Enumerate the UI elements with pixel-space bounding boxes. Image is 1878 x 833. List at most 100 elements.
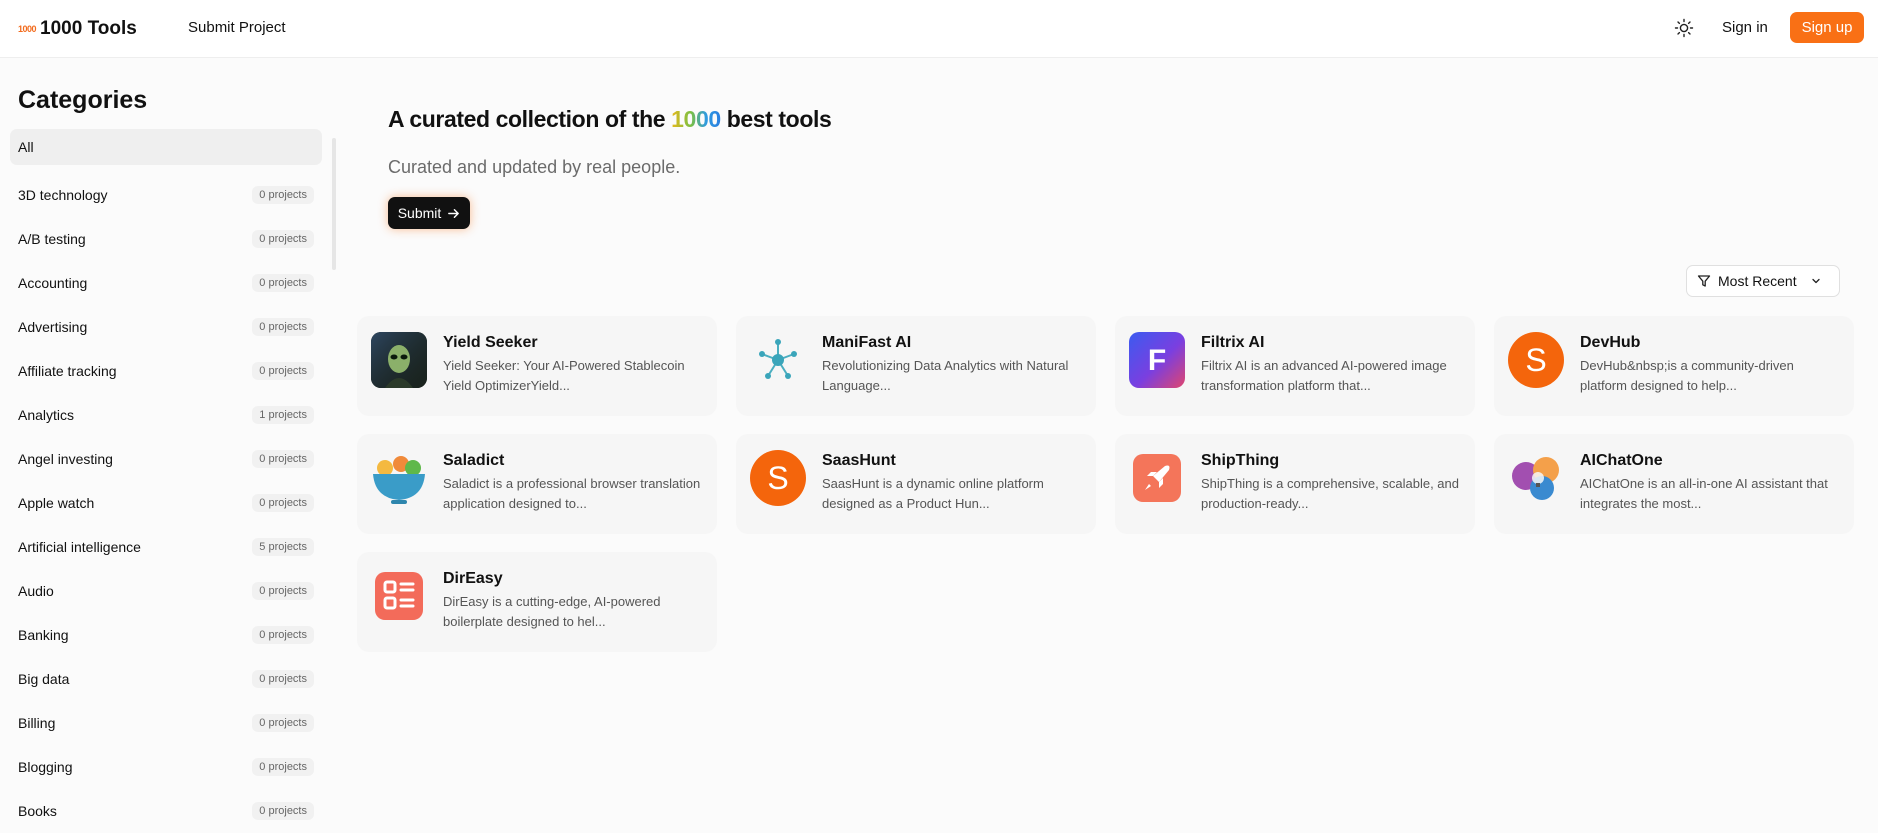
rocket-icon — [1129, 450, 1185, 506]
tool-name: SaasHunt — [822, 452, 896, 469]
hero-title-before: A curated collection of the — [388, 106, 672, 132]
category-item[interactable]: Audio 0 projects — [10, 569, 322, 613]
project-count-badge: 0 projects — [252, 230, 314, 248]
arrow-right-icon — [448, 208, 460, 218]
categories-sidebar: Categories All 3D technology 0 projects A… — [0, 58, 336, 832]
project-count-badge: 0 projects — [252, 714, 314, 732]
tool-description: Saladict is a professional browser trans… — [443, 476, 701, 511]
tool-card[interactable]: ShipThing ShipThing is a comprehensive, … — [1115, 434, 1475, 534]
category-label: All — [18, 139, 34, 155]
tool-card[interactable]: F Filtrix AI Filtrix AI is an advanced A… — [1115, 316, 1475, 416]
tool-name: Saladict — [443, 452, 505, 469]
project-count-badge: 0 projects — [252, 758, 314, 776]
tool-card[interactable]: S DevHub DevHub&nbsp;is a community-driv… — [1494, 316, 1854, 416]
project-count-badge: 0 projects — [252, 670, 314, 688]
tool-name: Yield Seeker — [443, 334, 538, 351]
salad-bowl-icon — [371, 450, 427, 506]
tool-name: DirEasy — [443, 570, 503, 587]
category-item[interactable]: 3D technology 0 projects — [10, 173, 322, 217]
sort-dropdown[interactable]: Most Recent — [1686, 265, 1840, 297]
sidebar-scrollbar[interactable] — [332, 138, 336, 270]
tool-card[interactable]: Yield Seeker Yield Seeker: Your AI-Power… — [357, 316, 717, 416]
sign-up-button[interactable]: Sign up — [1790, 12, 1864, 43]
svg-text:F: F — [1148, 344, 1166, 377]
category-item[interactable]: Books 0 projects — [10, 789, 322, 833]
site-logo[interactable]: 1000 1000 Tools — [18, 18, 137, 40]
category-item[interactable]: Blogging 0 projects — [10, 745, 322, 789]
letter-s-icon: S — [750, 450, 806, 506]
tool-card[interactable]: ManiFast AI Revolutionizing Data Analyti… — [736, 316, 1096, 416]
category-item[interactable]: Accounting 0 projects — [10, 261, 322, 305]
tool-name: ShipThing — [1201, 452, 1280, 469]
category-item[interactable]: A/B testing 0 projects — [10, 217, 322, 261]
category-label: Books — [18, 803, 57, 819]
project-count-badge: 0 projects — [252, 318, 314, 336]
tool-description: ShipThing is a comprehensive, scalable, … — [1201, 476, 1459, 511]
hero-title-after: best tools — [720, 106, 832, 132]
tool-description: Filtrix AI is an advanced AI-powered ima… — [1201, 358, 1447, 393]
lightbulb-bubbles-icon — [1508, 450, 1564, 506]
category-item[interactable]: Analytics 1 projects — [10, 393, 322, 437]
sun-icon[interactable] — [1674, 18, 1694, 38]
tool-description: DevHub&nbsp;is a community-driven platfo… — [1580, 358, 1794, 393]
letter-s-icon: S — [1508, 332, 1564, 388]
filter-icon — [1697, 275, 1711, 287]
categories-title: Categories — [18, 86, 148, 114]
category-label: Analytics — [18, 407, 75, 423]
letter-f-icon: F — [1129, 332, 1185, 388]
category-label: Audio — [18, 583, 54, 599]
project-count-badge: 0 projects — [252, 494, 314, 512]
project-count-badge: 5 projects — [252, 538, 314, 556]
category-label: Angel investing — [18, 451, 113, 467]
list-document-icon — [371, 568, 427, 624]
submit-label: Submit — [397, 205, 442, 221]
tool-name: Filtrix AI — [1201, 334, 1265, 351]
tool-card[interactable]: Saladict Saladict is a professional brow… — [357, 434, 717, 534]
tool-description: AIChatOne is an all-in-one AI assistant … — [1580, 476, 1828, 511]
project-count-badge: 0 projects — [252, 802, 314, 820]
tool-card[interactable]: S SaasHunt SaasHunt is a dynamic online … — [736, 434, 1096, 534]
project-count-badge: 0 projects — [252, 362, 314, 380]
tool-description: Yield Seeker: Your AI-Powered Stablecoin… — [443, 358, 685, 393]
category-item[interactable]: Advertising 0 projects — [10, 305, 322, 349]
network-node-icon — [750, 332, 806, 388]
category-item[interactable]: Apple watch 0 projects — [10, 481, 322, 525]
category-label: Billing — [18, 715, 56, 731]
category-item[interactable]: Artificial intelligence 5 projects — [10, 525, 322, 569]
category-item[interactable]: Billing 0 projects — [10, 701, 322, 745]
category-label: Artificial intelligence — [18, 539, 141, 555]
submit-project-link[interactable]: Submit Project — [188, 19, 286, 36]
tool-description: Revolutionizing Data Analytics with Natu… — [822, 358, 1069, 393]
category-label: Banking — [18, 627, 69, 643]
category-label: Apple watch — [18, 495, 95, 511]
project-count-badge: 0 projects — [252, 582, 314, 600]
project-count-badge: 0 projects — [252, 274, 314, 292]
hero-title: A curated collection of the 1000 best to… — [388, 106, 832, 133]
category-label: Blogging — [18, 759, 73, 775]
logo-mark-icon: 1000 — [18, 24, 37, 34]
category-label: Advertising — [18, 319, 88, 335]
tool-card[interactable]: AIChatOne AIChatOne is an all-in-one AI … — [1494, 434, 1854, 534]
tool-description: DirEasy is a cutting-edge, AI-powered bo… — [443, 594, 661, 629]
category-item[interactable]: Affiliate tracking 0 projects — [10, 349, 322, 393]
sign-in-link[interactable]: Sign in — [1722, 19, 1768, 36]
logo-text: 1000 Tools — [40, 18, 137, 39]
hero-subtitle: Curated and updated by real people. — [388, 157, 681, 177]
category-item-all[interactable]: All — [10, 129, 322, 165]
project-count-badge: 0 projects — [252, 450, 314, 468]
sort-label: Most Recent — [1718, 273, 1797, 289]
category-item[interactable]: Banking 0 projects — [10, 613, 322, 657]
tool-card[interactable]: DirEasy DirEasy is a cutting-edge, AI-po… — [357, 552, 717, 652]
top-navigation-bar: 1000 1000 Tools Submit Project Sign in S… — [0, 0, 1878, 58]
tool-description: SaasHunt is a dynamic online platform de… — [822, 476, 1044, 511]
alien-avatar-icon — [371, 332, 427, 388]
tool-name: ManiFast AI — [822, 334, 912, 351]
category-label: Accounting — [18, 275, 88, 291]
project-count-badge: 0 projects — [252, 626, 314, 644]
tool-name: DevHub — [1580, 334, 1641, 351]
category-label: A/B testing — [18, 231, 86, 247]
hero-submit-button[interactable]: Submit — [388, 197, 470, 229]
category-label: Affiliate tracking — [18, 363, 117, 379]
category-item[interactable]: Angel investing 0 projects — [10, 437, 322, 481]
category-item[interactable]: Big data 0 projects — [10, 657, 322, 701]
